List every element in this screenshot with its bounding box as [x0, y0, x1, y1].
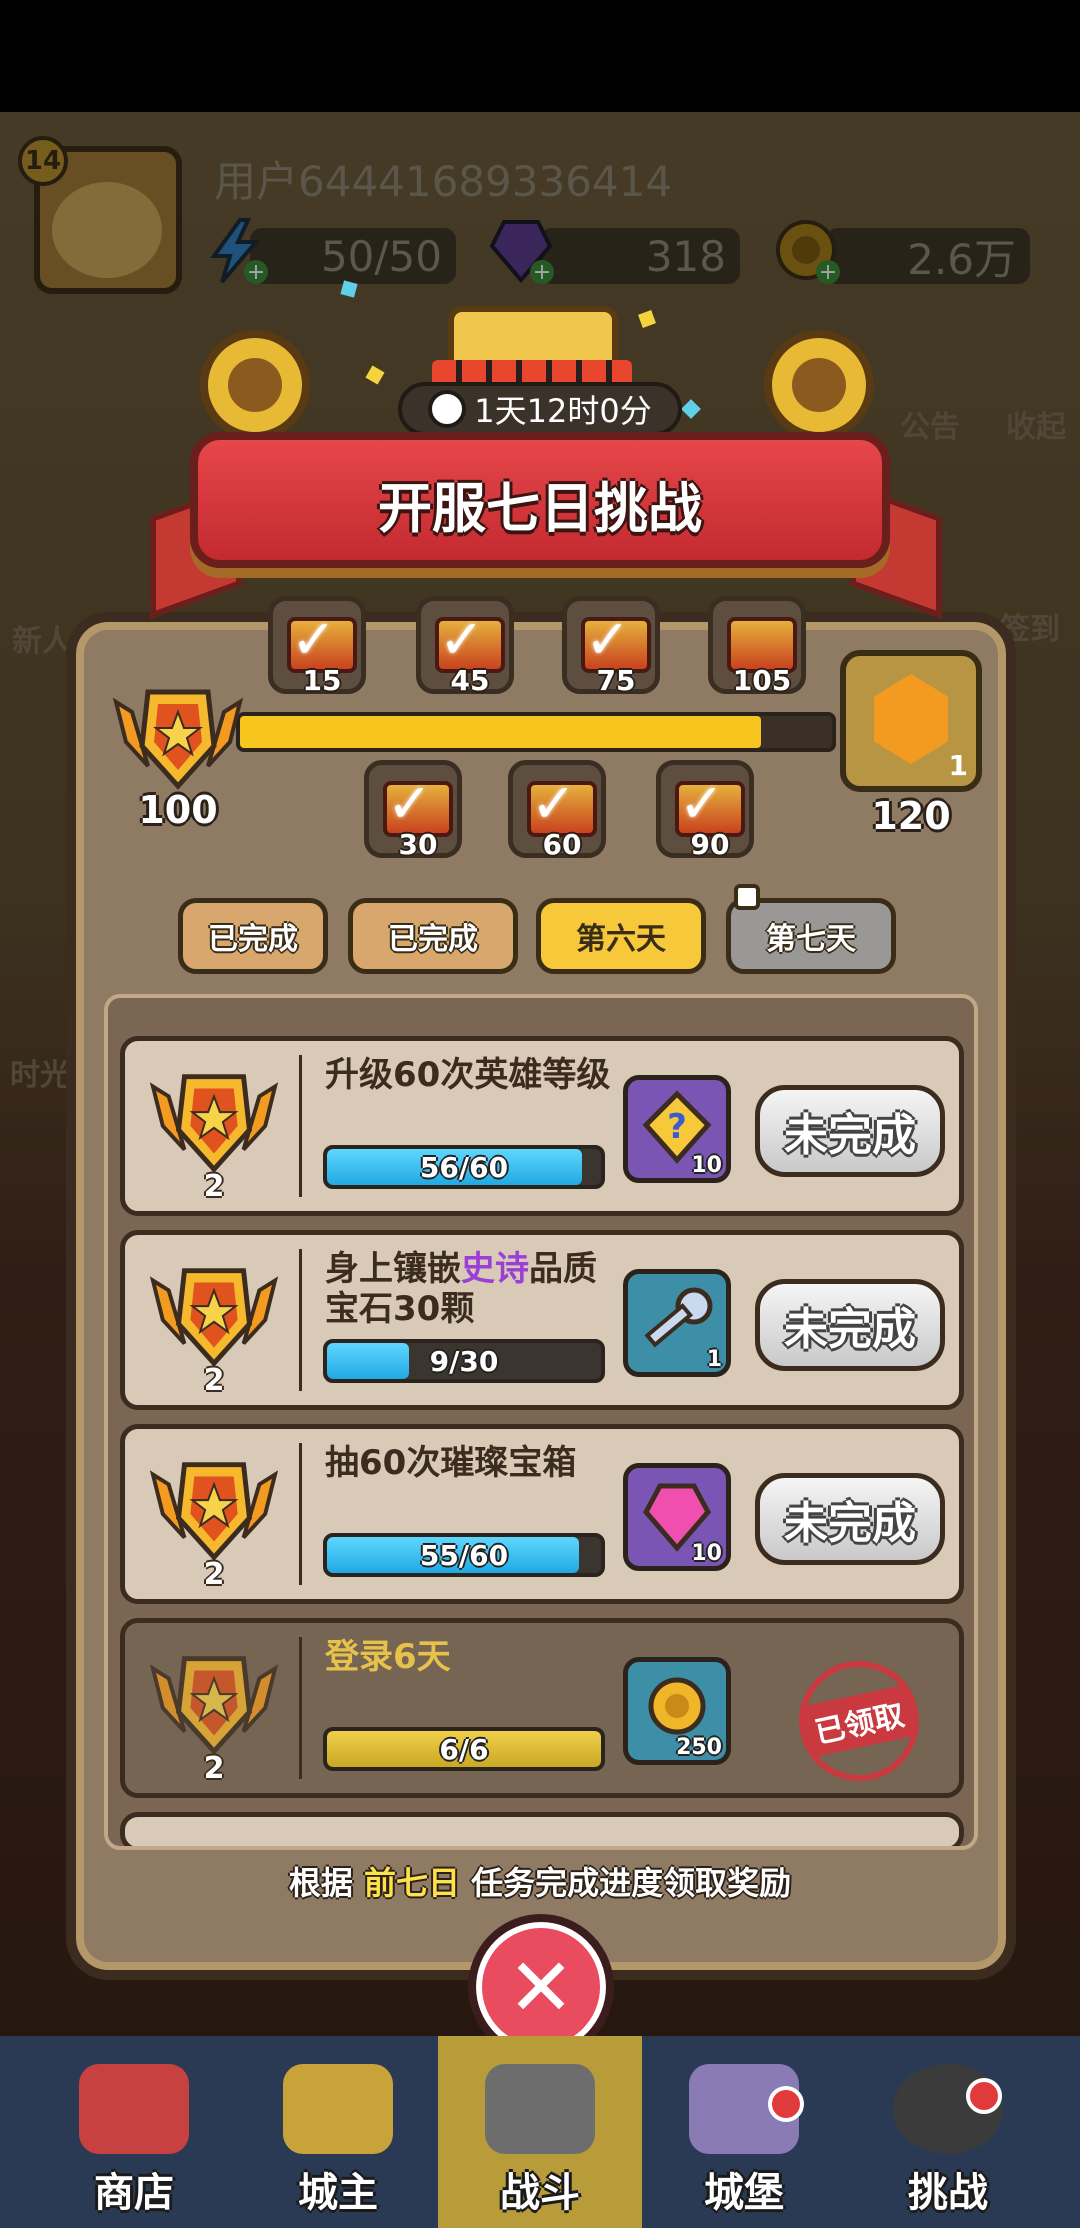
status-bar: [0, 0, 1080, 112]
milestone-chest[interactable]: ✓ 90: [656, 760, 754, 861]
task-reward[interactable]: 250: [623, 1657, 731, 1765]
task-points: 2: [203, 1557, 225, 1592]
svg-text:?: ?: [667, 1107, 687, 1147]
nav-battle-label: 战斗: [500, 2170, 580, 2216]
milestone-chest[interactable]: ✓ 15: [268, 596, 366, 697]
task-status-button[interactable]: 未完成: [755, 1473, 945, 1565]
divider: [299, 1637, 302, 1779]
task-progress-text: 6/6: [439, 1732, 489, 1766]
milestone-chest[interactable]: ✓ 75: [562, 596, 660, 697]
final-reward-box[interactable]: 1: [840, 650, 982, 792]
task-item: 2 登录6天 6/6 250 已领取: [120, 1618, 964, 1798]
claimed-stamp: 已领取: [787, 1649, 931, 1793]
crossed-swords-icon: [485, 2064, 595, 2154]
nav-shop[interactable]: 商店: [32, 2036, 236, 2228]
task-item: 2 抽60次璀璨宝箱 55/60 10 未完成: [120, 1424, 964, 1604]
task-status-button[interactable]: 未完成: [755, 1279, 945, 1371]
milestone-chest[interactable]: ✓ 30: [364, 760, 462, 861]
task-title: 身上镶嵌史诗品质宝石30颗: [325, 1249, 597, 1329]
task-reward[interactable]: ? 10: [623, 1075, 731, 1183]
task-title: 升级60次英雄等级: [325, 1055, 611, 1095]
nav-challenge-label: 挑战: [908, 2170, 988, 2216]
task-list[interactable]: 2 升级60次英雄等级 56/60 ? 10 未完成 2 身上镶嵌史诗品质宝石3…: [104, 994, 978, 1850]
task-progress-text: 56/60: [419, 1150, 509, 1184]
trumpet-right-icon: [764, 330, 874, 440]
lock-icon: [734, 884, 760, 910]
trumpet-left-icon: [200, 330, 310, 440]
timer-text: 1天12时0分: [474, 392, 652, 430]
task-progress-bar: 56/60: [323, 1145, 605, 1189]
task-item-partial: [120, 1812, 964, 1846]
shop-icon: [79, 2064, 189, 2154]
divider: [299, 1055, 302, 1197]
event-timer: 1天12时0分: [398, 382, 682, 436]
task-medal-icon: [149, 1656, 279, 1755]
final-reward-count: 1: [948, 749, 968, 782]
task-reward[interactable]: 1: [623, 1269, 731, 1377]
reward-count: 250: [676, 1735, 722, 1760]
task-reward[interactable]: 10: [623, 1463, 731, 1571]
task-progress-text: 9/30: [429, 1344, 499, 1378]
divider: [299, 1249, 302, 1391]
task-medal-icon: [149, 1074, 279, 1173]
nav-castle-label: 城堡: [704, 2170, 784, 2216]
nav-challenge[interactable]: 挑战: [846, 2036, 1050, 2228]
event-progress-track: [236, 712, 836, 752]
task-status-button[interactable]: 未完成: [755, 1085, 945, 1177]
tab-day-5[interactable]: 已完成: [348, 898, 518, 974]
tab-day-6[interactable]: 第六天: [536, 898, 706, 974]
task-medal-icon: [149, 1268, 279, 1367]
task-medal-icon: [149, 1462, 279, 1561]
task-progress-bar: 9/30: [323, 1339, 605, 1383]
notification-dot: [768, 2086, 804, 2122]
nav-lord[interactable]: 城主: [236, 2036, 440, 2228]
nav-castle[interactable]: 城堡: [642, 2036, 846, 2228]
reward-count: 1: [706, 1347, 722, 1372]
task-progress-bar: 55/60: [323, 1533, 605, 1577]
score-medal-icon: [112, 682, 244, 792]
nav-lord-label: 城主: [298, 2170, 378, 2216]
task-item: 2 身上镶嵌史诗品质宝石30颗 9/30 1 未完成: [120, 1230, 964, 1410]
task-points: 2: [203, 1169, 225, 1204]
milestone-chest[interactable]: ✓ 60: [508, 760, 606, 861]
milestone-chest[interactable]: 105: [708, 596, 806, 697]
task-points: 2: [203, 1751, 225, 1786]
nav-battle[interactable]: 战斗: [438, 2036, 642, 2228]
event-footnote: 根据 前七日 任务完成进度领取奖励: [288, 1864, 792, 1902]
divider: [299, 1443, 302, 1585]
nav-shop-label: 商店: [94, 2170, 174, 2216]
event-title: 开服七日挑战: [378, 477, 702, 540]
task-points: 2: [203, 1363, 225, 1398]
task-title: 抽60次璀璨宝箱: [325, 1443, 577, 1483]
notification-dot: [966, 2078, 1002, 2114]
event-progress-fill: [240, 716, 761, 748]
task-item: 2 升级60次英雄等级 56/60 ? 10 未完成: [120, 1036, 964, 1216]
task-title: 登录6天: [325, 1637, 451, 1677]
reward-count: 10: [691, 1153, 722, 1178]
tab-day-4[interactable]: 已完成: [178, 898, 328, 974]
reward-count: 10: [691, 1541, 722, 1566]
close-icon: ✕: [507, 1940, 575, 2034]
clock-icon: [428, 390, 467, 428]
milestone-chest[interactable]: ✓ 45: [416, 596, 514, 697]
crown-icon: [283, 2064, 393, 2154]
task-progress-text: 55/60: [419, 1538, 509, 1572]
score-start: 100: [138, 788, 218, 832]
quality-highlight: 史诗: [461, 1249, 529, 1289]
score-end: 120: [871, 794, 951, 838]
task-progress-bar: 6/6: [323, 1727, 605, 1771]
amber-gem-icon: [874, 674, 948, 764]
